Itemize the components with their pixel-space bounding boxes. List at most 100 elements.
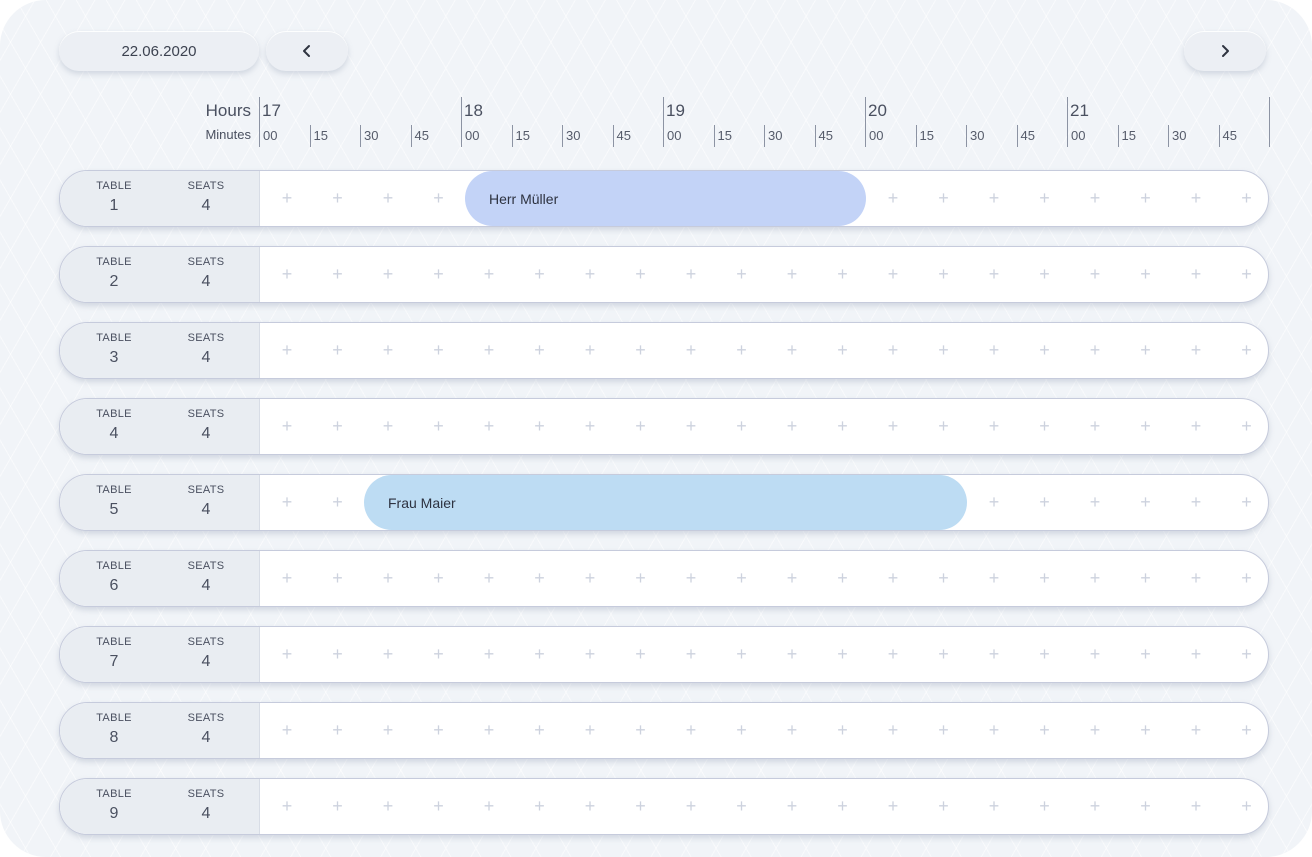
add-reservation-slot[interactable]: + [326,488,350,516]
add-reservation-slot[interactable]: + [1083,488,1107,516]
add-reservation-slot[interactable]: + [1083,260,1107,288]
add-reservation-slot[interactable]: + [477,640,501,668]
add-reservation-slot[interactable]: + [881,184,905,212]
add-reservation-slot[interactable]: + [1184,184,1208,212]
add-reservation-slot[interactable]: + [1235,336,1259,364]
add-reservation-slot[interactable]: + [831,412,855,440]
add-reservation-slot[interactable]: + [1033,716,1057,744]
add-reservation-slot[interactable]: + [831,564,855,592]
add-reservation-slot[interactable]: + [275,640,299,668]
add-reservation-slot[interactable]: + [376,260,400,288]
add-reservation-slot[interactable]: + [427,412,451,440]
add-reservation-slot[interactable]: + [932,564,956,592]
add-reservation-slot[interactable]: + [932,716,956,744]
add-reservation-slot[interactable]: + [275,336,299,364]
add-reservation-slot[interactable]: + [578,716,602,744]
add-reservation-slot[interactable]: + [1184,564,1208,592]
add-reservation-slot[interactable]: + [1235,488,1259,516]
add-reservation-slot[interactable]: + [831,716,855,744]
add-reservation-slot[interactable]: + [780,260,804,288]
add-reservation-slot[interactable]: + [275,184,299,212]
add-reservation-slot[interactable]: + [780,792,804,820]
add-reservation-slot[interactable]: + [982,412,1006,440]
add-reservation-slot[interactable]: + [1033,640,1057,668]
add-reservation-slot[interactable]: + [1033,488,1057,516]
add-reservation-slot[interactable]: + [1134,488,1158,516]
add-reservation-slot[interactable]: + [376,564,400,592]
add-reservation-slot[interactable]: + [730,716,754,744]
add-reservation-slot[interactable]: + [578,640,602,668]
add-reservation-slot[interactable]: + [679,412,703,440]
add-reservation-slot[interactable]: + [275,260,299,288]
add-reservation-slot[interactable]: + [477,792,501,820]
add-reservation-slot[interactable]: + [1134,412,1158,440]
add-reservation-slot[interactable]: + [1083,716,1107,744]
add-reservation-slot[interactable]: + [427,260,451,288]
add-reservation-slot[interactable]: + [831,640,855,668]
add-reservation-slot[interactable]: + [1033,184,1057,212]
add-reservation-slot[interactable]: + [1235,564,1259,592]
add-reservation-slot[interactable]: + [1235,716,1259,744]
add-reservation-slot[interactable]: + [427,564,451,592]
add-reservation-slot[interactable]: + [881,792,905,820]
add-reservation-slot[interactable]: + [1083,640,1107,668]
add-reservation-slot[interactable]: + [528,792,552,820]
add-reservation-slot[interactable]: + [1235,184,1259,212]
add-reservation-slot[interactable]: + [275,488,299,516]
add-reservation-slot[interactable]: + [326,564,350,592]
add-reservation-slot[interactable]: + [1033,412,1057,440]
add-reservation-slot[interactable]: + [1134,564,1158,592]
add-reservation-slot[interactable]: + [881,336,905,364]
add-reservation-slot[interactable]: + [326,184,350,212]
add-reservation-slot[interactable]: + [982,184,1006,212]
add-reservation-slot[interactable]: + [578,792,602,820]
add-reservation-slot[interactable]: + [629,564,653,592]
add-reservation-slot[interactable]: + [1184,488,1208,516]
add-reservation-slot[interactable]: + [881,716,905,744]
add-reservation-slot[interactable]: + [528,716,552,744]
add-reservation-slot[interactable]: + [881,564,905,592]
add-reservation-slot[interactable]: + [932,640,956,668]
add-reservation-slot[interactable]: + [629,792,653,820]
add-reservation-slot[interactable]: + [679,564,703,592]
add-reservation-slot[interactable]: + [427,792,451,820]
add-reservation-slot[interactable]: + [1184,336,1208,364]
add-reservation-slot[interactable]: + [1235,412,1259,440]
add-reservation-slot[interactable]: + [679,716,703,744]
add-reservation-slot[interactable]: + [780,336,804,364]
add-reservation-slot[interactable]: + [1235,792,1259,820]
add-reservation-slot[interactable]: + [427,716,451,744]
add-reservation-slot[interactable]: + [1083,412,1107,440]
add-reservation-slot[interactable]: + [1134,336,1158,364]
add-reservation-slot[interactable]: + [528,260,552,288]
add-reservation-slot[interactable]: + [477,716,501,744]
add-reservation-slot[interactable]: + [679,336,703,364]
add-reservation-slot[interactable]: + [780,564,804,592]
add-reservation-slot[interactable]: + [932,336,956,364]
add-reservation-slot[interactable]: + [831,336,855,364]
add-reservation-slot[interactable]: + [1184,260,1208,288]
add-reservation-slot[interactable]: + [932,184,956,212]
previous-day-button[interactable] [266,31,348,71]
add-reservation-slot[interactable]: + [578,564,602,592]
add-reservation-slot[interactable]: + [679,260,703,288]
add-reservation-slot[interactable]: + [275,564,299,592]
add-reservation-slot[interactable]: + [477,412,501,440]
add-reservation-slot[interactable]: + [376,640,400,668]
add-reservation-slot[interactable]: + [326,336,350,364]
add-reservation-slot[interactable]: + [275,412,299,440]
add-reservation-slot[interactable]: + [881,260,905,288]
add-reservation-slot[interactable]: + [730,792,754,820]
add-reservation-slot[interactable]: + [1033,260,1057,288]
add-reservation-slot[interactable]: + [932,260,956,288]
add-reservation-slot[interactable]: + [1083,792,1107,820]
add-reservation-slot[interactable]: + [932,412,956,440]
add-reservation-slot[interactable]: + [1184,412,1208,440]
add-reservation-slot[interactable]: + [477,336,501,364]
add-reservation-slot[interactable]: + [730,564,754,592]
reservation-block[interactable]: Herr Müller [465,171,866,226]
add-reservation-slot[interactable]: + [1235,260,1259,288]
date-button[interactable]: 22.06.2020 [59,31,259,71]
add-reservation-slot[interactable]: + [326,260,350,288]
next-day-button[interactable] [1184,31,1266,71]
